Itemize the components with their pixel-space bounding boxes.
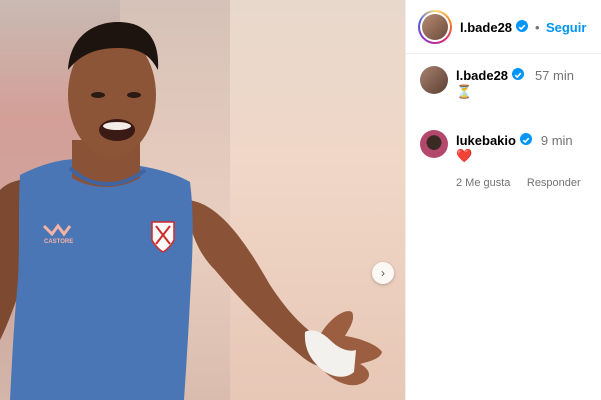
post-header: l.bade28 • Seguir [406,0,601,54]
verified-badge-icon [520,133,533,145]
comment-text: ❤️ [456,148,473,163]
post-image[interactable]: CASTORE › [0,0,405,400]
author-username[interactable]: l.bade28 [460,20,512,35]
chevron-right-icon: › [381,266,385,280]
comment-avatar[interactable] [420,130,448,158]
verified-badge-icon [512,68,525,80]
verified-badge-icon [516,20,529,32]
panel-divider [405,0,406,400]
comment-username[interactable]: lukebakio [456,133,516,148]
comment-time[interactable]: 57 min [535,68,574,83]
reply-button[interactable]: Responder [527,177,581,189]
jersey-sponsor-logo: CASTORE [44,239,73,245]
follow-button[interactable]: Seguir [546,20,586,35]
comment-username[interactable]: l.bade28 [456,68,508,83]
player-illustration: CASTORE [0,22,382,400]
comment-text: ⏳ [456,84,473,99]
comment-avatar[interactable] [420,66,448,94]
comment-time[interactable]: 9 min [541,133,573,148]
likes-count[interactable]: 2 Me gusta [456,177,510,189]
author-avatar[interactable] [418,10,452,44]
separator-dot: • [534,20,540,35]
carousel-next-button[interactable]: › [372,262,394,284]
